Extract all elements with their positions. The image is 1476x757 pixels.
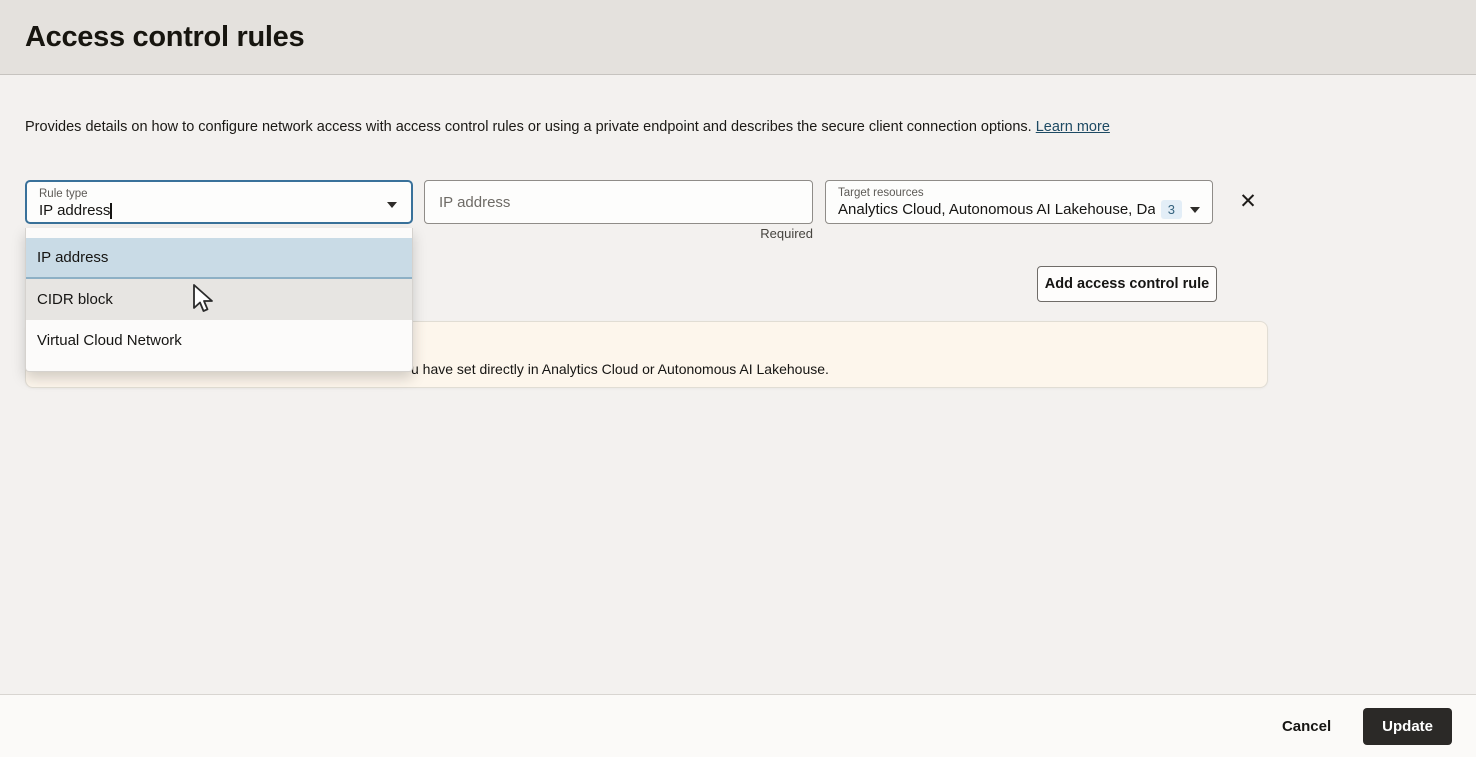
rule-type-combobox[interactable]: Rule type IP address bbox=[25, 180, 413, 224]
rule-type-label: Rule type bbox=[39, 188, 88, 200]
notice-text: u have set directly in Analytics Cloud o… bbox=[411, 361, 829, 377]
dropdown-option-cidr-block[interactable]: CIDR block bbox=[26, 279, 412, 320]
page-header: Access control rules bbox=[0, 0, 1476, 75]
learn-more-link[interactable]: Learn more bbox=[1036, 119, 1110, 135]
target-resources-label: Target resources bbox=[838, 187, 924, 199]
remove-rule-button[interactable]: ✕ bbox=[1233, 186, 1263, 216]
update-button[interactable]: Update bbox=[1363, 707, 1452, 745]
target-resources-combobox[interactable]: Target resources Analytics Cloud, Autono… bbox=[825, 180, 1213, 224]
dropdown-option-ip-address[interactable]: IP address bbox=[26, 238, 412, 279]
access-control-rules-page: Access control rules Provides details on… bbox=[0, 0, 1476, 757]
add-access-control-rule-button[interactable]: Add access control rule bbox=[1037, 266, 1217, 302]
selection-count-badge: 3 bbox=[1160, 200, 1182, 219]
text-caret bbox=[110, 202, 113, 219]
cancel-button[interactable]: Cancel bbox=[1282, 718, 1331, 735]
dropdown-option-virtual-cloud-network[interactable]: Virtual Cloud Network bbox=[26, 320, 412, 361]
target-resources-value: Analytics Cloud, Autonomous AI Lakehouse… bbox=[838, 201, 1155, 218]
footer-bar: Cancel Update bbox=[0, 694, 1476, 757]
close-icon: ✕ bbox=[1239, 189, 1257, 213]
chevron-down-icon bbox=[387, 202, 397, 208]
page-title: Access control rules bbox=[25, 20, 305, 53]
rule-type-dropdown-menu: IP address CIDR block Virtual Cloud Netw… bbox=[25, 228, 413, 372]
ip-address-input[interactable] bbox=[439, 193, 798, 211]
intro-text: Provides details on how to configure net… bbox=[25, 119, 1032, 135]
chevron-down-icon bbox=[1190, 206, 1200, 213]
rule-type-value: IP address bbox=[39, 202, 111, 219]
intro-description: Provides details on how to configure net… bbox=[25, 119, 1110, 135]
required-helper: Required bbox=[760, 226, 813, 241]
ip-address-field bbox=[424, 180, 813, 224]
